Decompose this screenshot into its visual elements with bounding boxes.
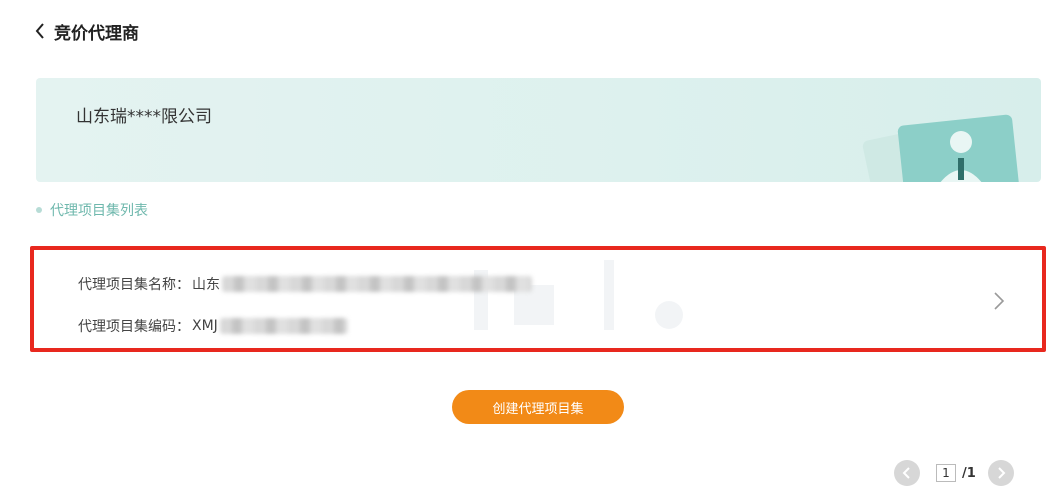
bullet-dot — [36, 207, 42, 213]
back-header[interactable]: 竞价代理商 — [34, 16, 139, 46]
section-title: 代理项目集列表 — [36, 200, 148, 220]
redacted-block — [219, 318, 348, 334]
next-page-icon[interactable] — [987, 460, 1014, 486]
project-name-value: 山东 — [192, 277, 220, 293]
project-code-value: XMJ — [192, 318, 218, 334]
redacted-block — [222, 276, 532, 292]
page-title: 竞价代理商 — [54, 23, 139, 44]
project-code-row: 代理项目集编码： XMJ — [78, 316, 348, 336]
current-page[interactable]: 1 — [936, 464, 956, 482]
project-code-label: 代理项目集编码： — [78, 319, 190, 335]
project-name-row: 代理项目集名称： 山东 — [78, 274, 532, 294]
total-pages: /1 — [962, 465, 976, 481]
section-label: 代理项目集列表 — [50, 203, 148, 219]
create-project-set-button[interactable]: 创建代理项目集 — [452, 390, 624, 424]
project-list-item[interactable]: 代理项目集名称： 山东 代理项目集编码： XMJ — [30, 246, 1046, 352]
id-card-illustration — [862, 114, 1020, 182]
company-name: 山东瑞****限公司 — [76, 107, 212, 127]
chevron-right-icon[interactable] — [992, 290, 1006, 312]
company-card: 山东瑞****限公司 — [36, 78, 1041, 182]
chevron-left-icon[interactable] — [34, 20, 52, 42]
pagination: 1 /1 — [894, 460, 1014, 486]
prev-page-icon[interactable] — [894, 460, 920, 486]
project-name-label: 代理项目集名称： — [78, 277, 190, 293]
